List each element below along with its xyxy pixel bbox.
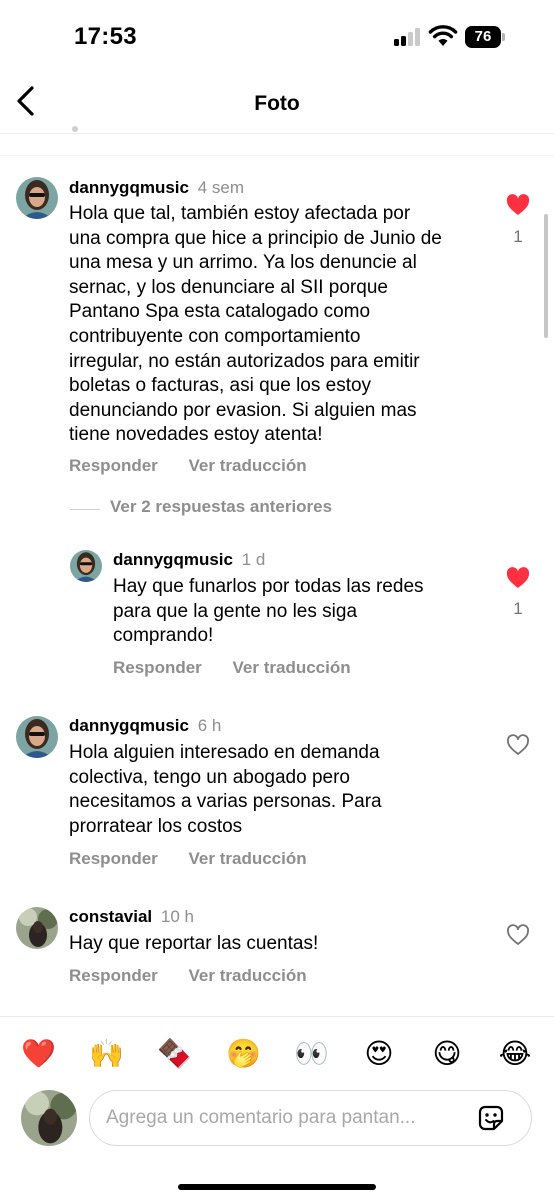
current-user-avatar[interactable] — [21, 1090, 77, 1146]
heart-filled-icon[interactable] — [506, 194, 530, 216]
comment-username[interactable]: dannygqmusic — [113, 550, 233, 569]
cellular-signal-icon — [394, 28, 422, 46]
comment-timestamp: 1 d — [241, 550, 266, 569]
translate-button[interactable]: Ver traducción — [189, 966, 307, 985]
sticker-icon[interactable] — [476, 1103, 506, 1133]
scrollbar[interactable] — [544, 214, 548, 338]
comment-text: Hola que tal, también estoy afectada por… — [69, 203, 442, 446]
home-indicator — [178, 1184, 376, 1190]
reply-button[interactable]: Responder — [69, 849, 158, 868]
battery-level: 76 — [465, 26, 501, 48]
emoji-tears-of-joy[interactable]: 😂 — [498, 1037, 532, 1071]
status-bar: 17:53 76 — [0, 0, 554, 70]
page-title: Foto — [254, 92, 300, 115]
emoji-red-heart[interactable]: ❤️ — [21, 1037, 56, 1071]
comment-username[interactable]: dannygqmusic — [69, 716, 189, 735]
wifi-icon — [428, 25, 458, 46]
emoji-heart-eyes[interactable]: 😍 — [362, 1037, 396, 1071]
translate-button[interactable]: Ver traducción — [233, 658, 351, 677]
comment-timestamp: 4 sem — [197, 178, 244, 197]
comment-text: Hay que funarlos por todas las redes par… — [113, 576, 424, 647]
battery-icon: 76 — [465, 26, 507, 48]
emoji-raising-hands[interactable]: 🙌 — [89, 1037, 124, 1071]
heart-filled-icon[interactable] — [506, 567, 530, 589]
reply-button[interactable]: Responder — [113, 658, 202, 677]
reply-button[interactable]: Responder — [69, 966, 158, 985]
view-replies-label: Ver 2 respuestas anteriores — [110, 497, 333, 516]
avatar[interactable] — [16, 177, 58, 219]
heart-outline-icon[interactable] — [506, 734, 530, 756]
like-count: 1 — [513, 227, 523, 246]
avatar[interactable] — [70, 550, 102, 582]
replies-divider-line — [70, 509, 100, 510]
avatar[interactable] — [16, 907, 58, 949]
translate-button[interactable]: Ver traducción — [189, 849, 307, 868]
reply-button[interactable]: Responder — [69, 456, 158, 475]
comment-username[interactable]: dannygqmusic — [69, 178, 189, 197]
comment-text: Hola alguien interesado en demanda colec… — [69, 742, 382, 837]
nav-header: Foto — [0, 70, 554, 134]
emoji-yum-face[interactable]: 😋 — [430, 1037, 464, 1071]
heart-outline-icon[interactable] — [506, 924, 530, 946]
comment-composer — [0, 1086, 554, 1156]
comment-username[interactable]: constavial — [69, 907, 152, 926]
avatar[interactable] — [16, 716, 58, 758]
translate-button[interactable]: Ver traducción — [189, 456, 307, 475]
comment-timestamp: 10 h — [160, 907, 194, 926]
previous-content-edge — [0, 126, 554, 156]
emoji-chocolate-bar[interactable]: 🍫 — [157, 1037, 192, 1071]
emoji-eyes[interactable]: 👀 — [294, 1037, 329, 1071]
like-count: 1 — [513, 599, 523, 618]
status-time: 17:53 — [74, 23, 137, 50]
emoji-quick-bar: ❤️ 🙌 🍫 🤭 👀 😍 😋 😂 — [0, 1016, 554, 1086]
comment-timestamp: 6 h — [197, 716, 222, 735]
comment-text: Hay que reportar las cuentas! — [69, 933, 319, 954]
comment-input[interactable] — [89, 1090, 532, 1146]
emoji-hand-over-mouth[interactable]: 🤭 — [226, 1037, 261, 1071]
